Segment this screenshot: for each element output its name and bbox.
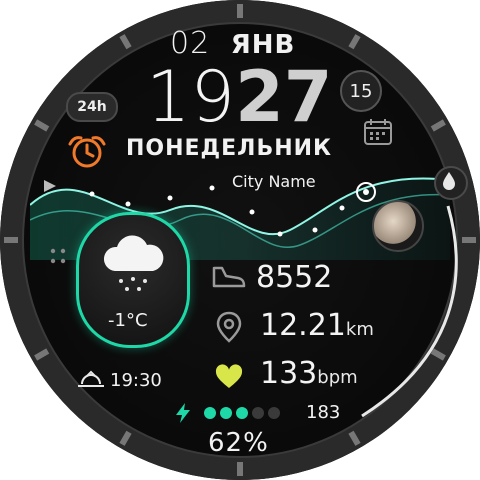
bezel-tick [430, 119, 446, 132]
bezel-tick [430, 348, 446, 361]
bezel-tick [119, 430, 132, 446]
watch-face: 02 ЯНВ 1927 15 24h ПОНЕДЕЛЬНИК City Name [0, 0, 480, 480]
bezel-tick [119, 34, 132, 50]
bezel-tick [348, 430, 361, 446]
bezel-tick [348, 34, 361, 50]
bezel-ticks [4, 4, 476, 476]
bezel-tick [34, 348, 50, 361]
bezel-tick [34, 119, 50, 132]
